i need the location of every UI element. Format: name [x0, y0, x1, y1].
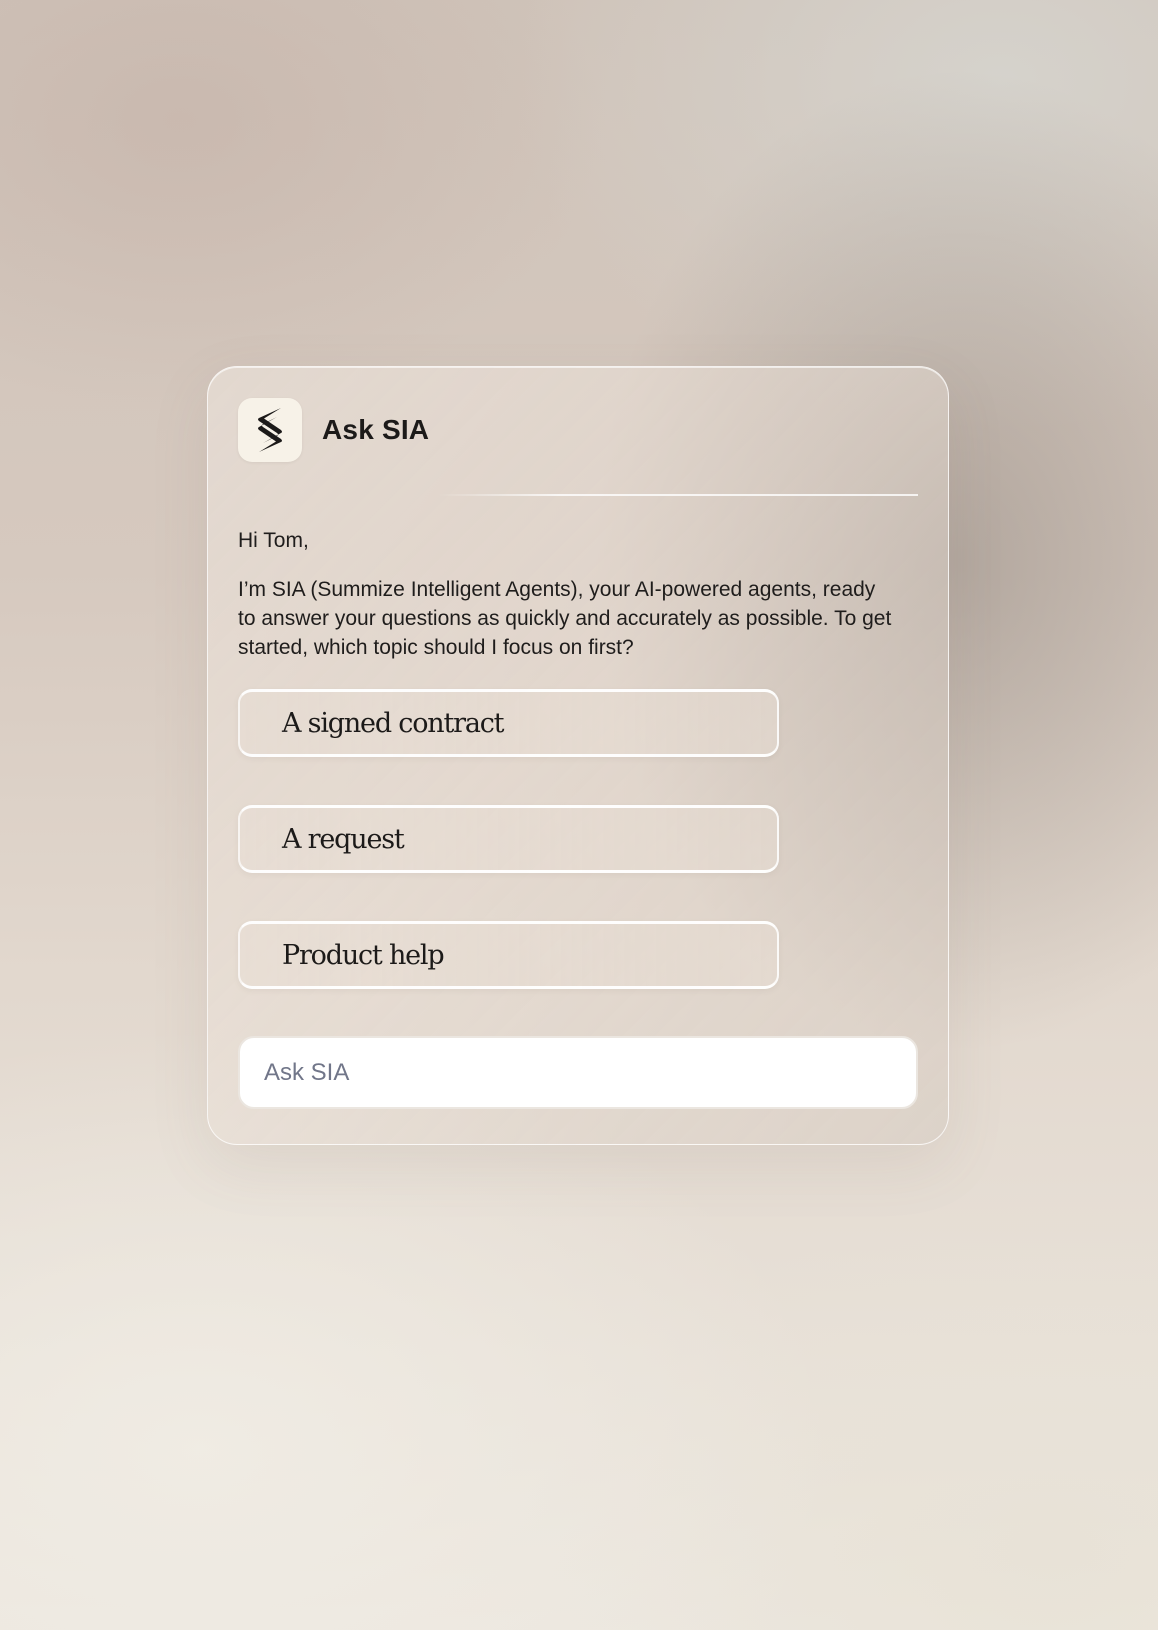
- sia-s-logo-icon: [258, 408, 282, 452]
- greeting-text: Hi Tom,: [238, 529, 309, 552]
- intro-text: I’m SIA (Summize Intelligent Agents), yo…: [238, 578, 892, 659]
- option-request-button[interactable]: A request: [238, 805, 779, 873]
- option-signed-contract-button[interactable]: A signed contract: [238, 689, 779, 757]
- panel-header: Ask SIA: [238, 397, 429, 463]
- ask-sia-input[interactable]: [238, 1036, 918, 1109]
- ask-sia-panel: Ask SIA Hi Tom, I’m SIA (Summize Intelli…: [207, 366, 949, 1145]
- header-divider: [438, 494, 918, 496]
- panel-title: Ask SIA: [322, 414, 430, 445]
- option-product-help-button[interactable]: Product help: [238, 921, 779, 989]
- sia-logo: [238, 398, 302, 462]
